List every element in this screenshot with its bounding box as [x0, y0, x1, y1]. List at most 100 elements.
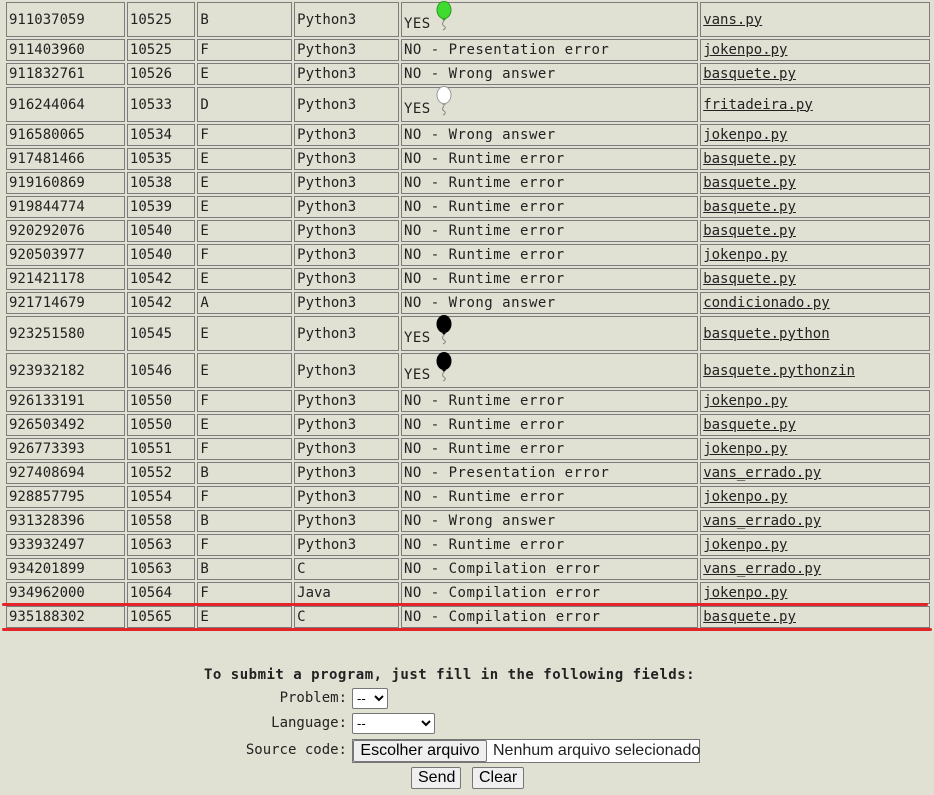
run-file-link[interactable]: jokenpo.py: [703, 247, 787, 263]
run-problem-cell: E: [197, 414, 293, 436]
run-file-link[interactable]: fritadeira.py: [703, 97, 813, 113]
run-time-cell: 10539: [126, 196, 196, 218]
clear-button[interactable]: Clear: [472, 767, 524, 789]
run-row: 923932182 10546 E Python3 YES basquete.pytho…: [6, 352, 930, 388]
run-problem-cell: B: [197, 2, 293, 37]
run-row: 917481466 10535 E Python3 NO - Runtime error…: [6, 148, 930, 170]
language-select[interactable]: --: [352, 713, 435, 734]
run-verdict-cell: NO - Runtime error: [400, 534, 699, 556]
problem-label: Problem:: [279, 690, 347, 706]
run-file-cell: basquete.py: [700, 63, 930, 85]
run-file-link[interactable]: jokenpo.py: [703, 537, 787, 553]
run-row: 926133191 10550 F Python3 NO - Runtime error…: [6, 390, 930, 412]
runs-panel: 911037059 10525 B Python3 YES vans.py 9114039…: [0, 0, 934, 795]
run-language-cell: Python3: [294, 462, 399, 484]
run-id-cell: 926503492: [6, 414, 125, 436]
run-row: 920292076 10540 E Python3 NO - Runtime error…: [6, 220, 930, 242]
run-row: 935188302 10565 E C NO - Compilation error ba…: [6, 606, 930, 628]
run-id-cell: 921421178: [6, 268, 125, 290]
run-language-cell: Python3: [294, 534, 399, 556]
run-id-cell: 911832761: [6, 63, 125, 85]
run-problem-cell: F: [197, 124, 293, 146]
run-language-cell: Python3: [294, 353, 399, 388]
run-problem-cell: E: [197, 220, 293, 242]
run-file-link[interactable]: vans.py: [703, 12, 762, 28]
run-file-link[interactable]: basquete.pythonzin: [703, 363, 855, 379]
run-file-link[interactable]: basquete.py: [703, 223, 796, 239]
run-problem-cell: F: [197, 390, 293, 412]
run-row: 926773393 10551 F Python3 NO - Runtime error…: [6, 438, 930, 460]
run-row: 921421178 10542 E Python3 NO - Runtime error…: [6, 268, 930, 290]
run-file-link[interactable]: condicionado.py: [703, 295, 829, 311]
balloon-icon: [435, 1, 453, 36]
run-language-cell: Java: [294, 582, 399, 604]
run-file-cell: basquete.py: [700, 606, 930, 628]
form-title: To submit a program, just fill in the fo…: [204, 667, 696, 683]
run-verdict-cell: NO - Runtime error: [400, 486, 699, 508]
run-id-cell: 916244064: [6, 87, 125, 122]
run-time-cell: 10540: [126, 244, 196, 266]
run-file-link[interactable]: vans_errado.py: [703, 465, 821, 481]
run-id-cell: 926773393: [6, 438, 125, 460]
run-language-cell: C: [294, 558, 399, 580]
run-row: 911037059 10525 B Python3 YES vans.py: [6, 1, 930, 37]
run-problem-cell: F: [197, 486, 293, 508]
run-problem-cell: F: [197, 39, 293, 61]
run-id-cell: 935188302: [6, 606, 125, 628]
highlight-line-top: [2, 603, 928, 606]
run-file-cell: condicionado.py: [700, 292, 930, 314]
run-file-link[interactable]: jokenpo.py: [703, 441, 787, 457]
run-time-cell: 10540: [126, 220, 196, 242]
run-id-cell: 911403960: [6, 39, 125, 61]
run-problem-cell: E: [197, 353, 293, 388]
run-id-cell: 934962000: [6, 582, 125, 604]
run-file-link[interactable]: basquete.py: [703, 175, 796, 191]
run-file-cell: jokenpo.py: [700, 486, 930, 508]
run-verdict-text: NO - Wrong answer: [403, 66, 556, 82]
run-file-link[interactable]: jokenpo.py: [703, 393, 787, 409]
run-verdict-text: NO - Runtime error: [403, 151, 565, 167]
run-file-link[interactable]: basquete.py: [703, 271, 796, 287]
run-problem-cell: B: [197, 510, 293, 532]
run-file-link[interactable]: basquete.py: [703, 151, 796, 167]
run-verdict-cell: NO - Runtime error: [400, 438, 699, 460]
problem-select[interactable]: --: [352, 688, 388, 709]
choose-file-button[interactable]: Escolher arquivo: [353, 740, 487, 762]
run-problem-cell: E: [197, 63, 293, 85]
run-id-cell: 920503977: [6, 244, 125, 266]
run-file-cell: fritadeira.py: [700, 87, 930, 122]
run-file-link[interactable]: jokenpo.py: [703, 489, 787, 505]
run-file-link[interactable]: vans_errado.py: [703, 513, 821, 529]
run-verdict-text: YES: [403, 330, 431, 346]
run-file-link[interactable]: jokenpo.py: [703, 42, 787, 58]
run-file-link[interactable]: jokenpo.py: [703, 585, 787, 601]
run-language-cell: Python3: [294, 2, 399, 37]
run-verdict-cell: NO - Presentation error: [400, 39, 699, 61]
run-file-link[interactable]: basquete.py: [703, 417, 796, 433]
run-file-link[interactable]: vans_errado.py: [703, 561, 821, 577]
run-file-link[interactable]: basquete.python: [703, 326, 829, 342]
run-file-cell: jokenpo.py: [700, 124, 930, 146]
run-file-link[interactable]: basquete.py: [703, 199, 796, 215]
run-time-cell: 10525: [126, 39, 196, 61]
run-id-cell: 931328396: [6, 510, 125, 532]
run-file-cell: vans.py: [700, 2, 930, 37]
run-file-cell: basquete.py: [700, 172, 930, 194]
run-problem-cell: F: [197, 534, 293, 556]
runs-table: 911037059 10525 B Python3 YES vans.py 9114039…: [4, 0, 932, 630]
run-verdict-cell: NO - Compilation error: [400, 606, 699, 628]
run-file-link[interactable]: basquete.py: [703, 66, 796, 82]
run-verdict-text: NO - Runtime error: [403, 223, 565, 239]
run-file-link[interactable]: jokenpo.py: [703, 127, 787, 143]
source-file-input[interactable]: Escolher arquivo Nenhum arquivo selecion…: [352, 739, 700, 763]
send-button[interactable]: Send: [411, 767, 461, 789]
run-time-cell: 10565: [126, 606, 196, 628]
run-file-link[interactable]: basquete.py: [703, 609, 796, 625]
run-file-cell: basquete.python: [700, 316, 930, 351]
run-row: 933932497 10563 F Python3 NO - Runtime error…: [6, 534, 930, 556]
run-language-cell: C: [294, 606, 399, 628]
run-row: 916244064 10533 D Python3 YES fritadeira.py: [6, 86, 930, 122]
run-verdict-text: YES: [403, 101, 431, 117]
run-time-cell: 10546: [126, 353, 196, 388]
run-file-cell: basquete.pythonzin: [700, 353, 930, 388]
